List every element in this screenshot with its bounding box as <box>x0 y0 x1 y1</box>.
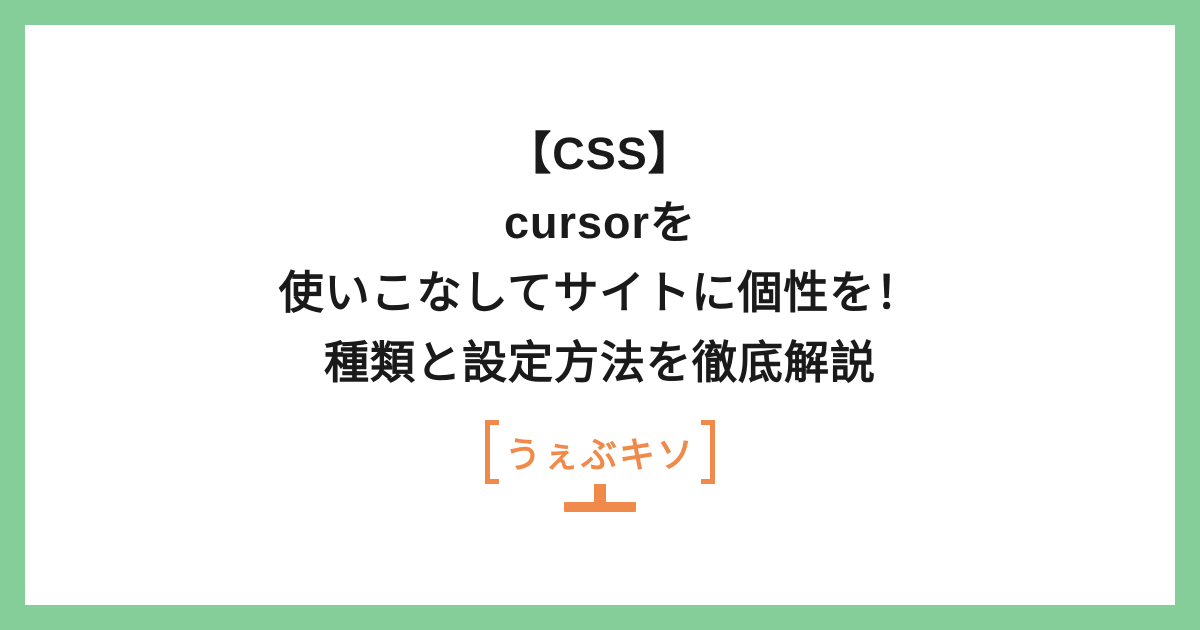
site-logo: うぇぶキソ <box>487 426 713 512</box>
card: 【CSS】 cursorを 使いこなしてサイトに個性を！ 種類と設定方法を徹底解… <box>25 25 1175 605</box>
monitor-base-icon <box>564 502 636 512</box>
title-line-4: 種類と設定方法を徹底解説 <box>279 328 922 398</box>
article-title: 【CSS】 cursorを 使いこなしてサイトに個性を！ 種類と設定方法を徹底解… <box>279 119 922 398</box>
logo-text: うぇぶキソ <box>505 434 695 475</box>
monitor-frame-left-icon <box>485 420 499 484</box>
monitor-neck-icon <box>594 484 606 502</box>
monitor-frame-right-icon <box>701 420 715 484</box>
title-line-2: cursorを <box>279 188 922 258</box>
logo-text-wrap: うぇぶキソ <box>487 426 713 482</box>
title-line-1: 【CSS】 <box>279 119 922 189</box>
title-line-3: 使いこなしてサイトに個性を！ <box>279 258 922 328</box>
monitor-stand-icon <box>564 484 636 512</box>
